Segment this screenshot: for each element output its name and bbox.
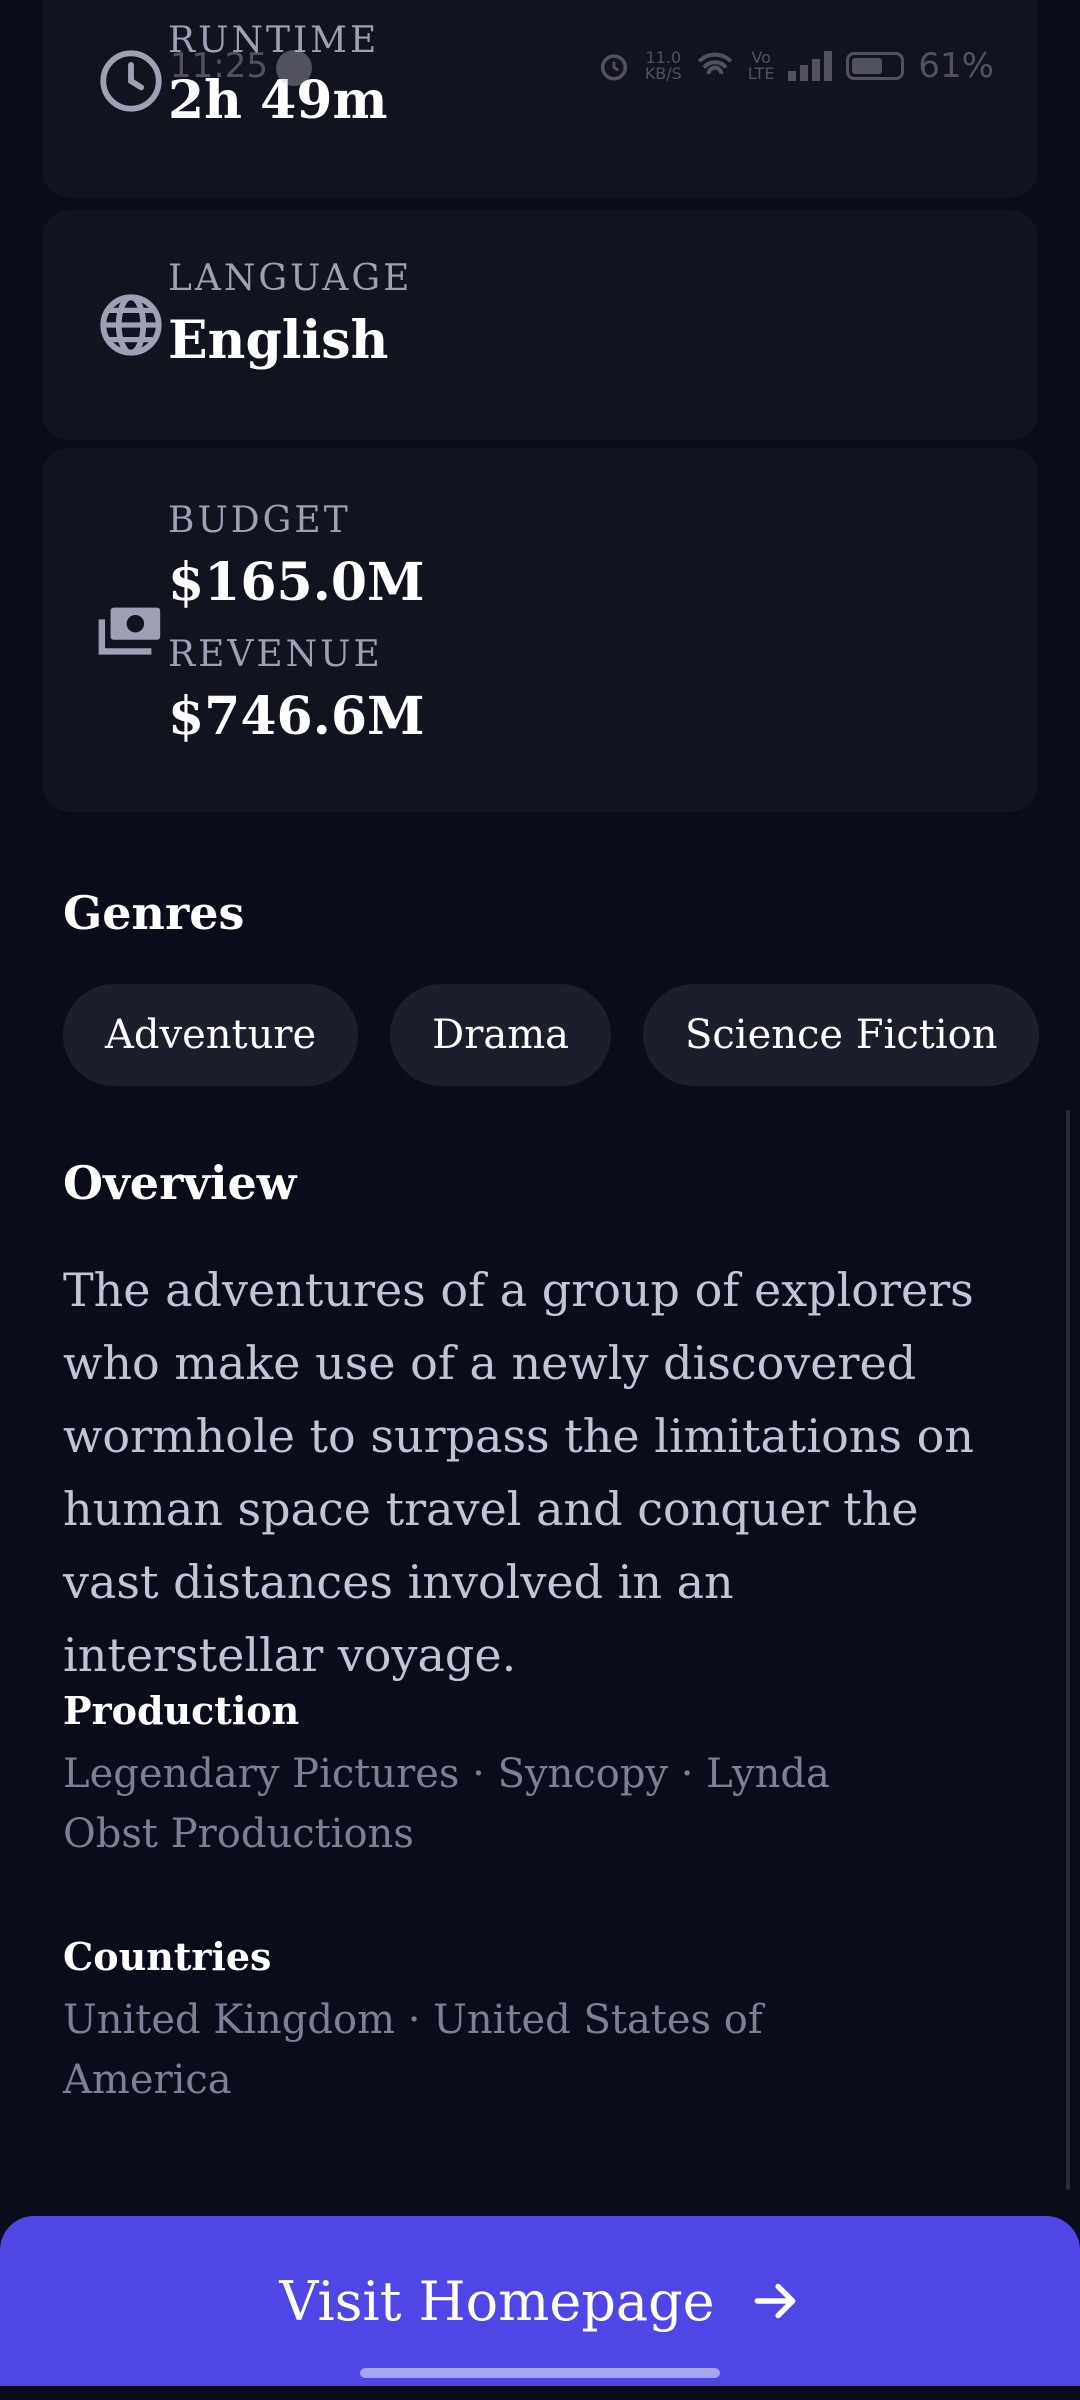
status-bar: 11:25 11.0 KB/S Vo LTE 61% <box>0 0 1080 130</box>
genres-title: Genres <box>63 886 245 940</box>
overview-title: Overview <box>63 1156 297 1210</box>
revenue-label: REVENUE <box>168 634 383 675</box>
countries-text: United Kingdom · United States of Americ… <box>63 1997 763 2103</box>
budget-label: BUDGET <box>168 500 351 541</box>
arrow-right-icon <box>754 2283 795 2319</box>
status-time: 11:25 <box>170 46 268 86</box>
status-icons: 11.0 KB/S Vo LTE 61% <box>597 46 994 86</box>
budget-value: $165.0M <box>168 552 425 613</box>
overview-text: The adventures of a group of explorers w… <box>63 1263 974 1682</box>
volte-indicator: Vo LTE <box>748 50 775 82</box>
genre-chip[interactable]: Science Fiction <box>642 984 1040 1086</box>
countries-title: Countries <box>63 1934 272 1979</box>
language-card: LANGUAGE English <box>42 210 1038 440</box>
globe-icon <box>100 294 162 356</box>
battery-icon <box>846 52 905 80</box>
genre-chips: Adventure Drama Science Fiction <box>63 984 1040 1086</box>
money-icon <box>98 607 161 655</box>
data-speed-unit: KB/S <box>644 64 682 83</box>
money-card: BUDGET $165.0M REVENUE $746.6M <box>42 448 1038 812</box>
language-label: LANGUAGE <box>168 258 413 299</box>
language-value: English <box>168 310 389 371</box>
alarm-icon <box>600 54 627 81</box>
navigation-icon <box>276 50 312 86</box>
battery-percent: 61% <box>918 46 994 86</box>
visit-homepage-label: Visit Homepage <box>279 2269 715 2333</box>
data-speed: 11.0 KB/S <box>645 50 682 82</box>
revenue-value: $746.6M <box>168 686 425 747</box>
production-title: Production <box>63 1688 300 1733</box>
volte-bottom: LTE <box>747 64 775 83</box>
signal-icon <box>788 51 833 81</box>
genre-chip[interactable]: Drama <box>390 984 611 1086</box>
wifi-icon <box>697 52 733 75</box>
scrollbar[interactable] <box>1066 1110 1070 2190</box>
genre-chip[interactable]: Adventure <box>63 984 359 1086</box>
production-text: Legendary Pictures · Syncopy · Lynda Obs… <box>63 1751 830 1857</box>
home-indicator[interactable] <box>360 2368 720 2378</box>
visit-homepage-button[interactable]: Visit Homepage <box>0 2216 1080 2386</box>
